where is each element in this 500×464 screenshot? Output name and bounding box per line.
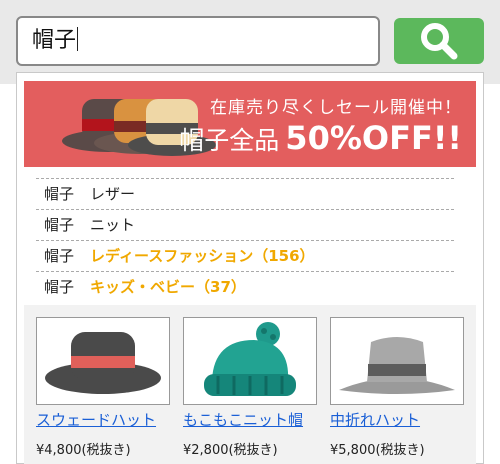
product-name-link[interactable]: 中折れハット: [330, 409, 464, 431]
suggestion-category-text: キッズ・ベビー（37）: [90, 278, 246, 296]
suggestion-keyword: 帽子: [44, 278, 75, 296]
black-hat-icon: [45, 332, 161, 394]
product-card[interactable]: 中折れハット ¥5,800(税抜き): [330, 317, 464, 458]
suggestion-keyword: 帽子: [44, 185, 75, 203]
banner-offer-prefix: 帽子全品: [179, 126, 280, 155]
banner-offer-discount: 50%OFF!!: [285, 119, 462, 157]
suggestion-text: レザー: [90, 185, 136, 203]
product-card[interactable]: スウェードハット ¥4,800(税抜き): [36, 317, 170, 458]
suggestion-keyword: 帽子: [44, 247, 75, 265]
suggestion-category[interactable]: 帽子 キッズ・ベビー（37）: [36, 271, 454, 302]
suggestion-category[interactable]: 帽子 レディースファッション（156）: [36, 240, 454, 271]
product-card[interactable]: もこもこニット帽 ¥2,800(税抜き): [183, 317, 317, 458]
product-image[interactable]: [36, 317, 170, 405]
product-price: ¥2,800(税抜き): [183, 443, 278, 458]
fedora-icon: [339, 337, 455, 394]
product-image[interactable]: [330, 317, 464, 405]
suggestion-text: ニット: [90, 216, 136, 234]
suggestion-item[interactable]: 帽子 レザー: [36, 178, 454, 209]
suggestion-item[interactable]: 帽子 ニット: [36, 209, 454, 240]
knit-cap-icon: [204, 322, 296, 396]
product-price: ¥5,800(税抜き): [330, 443, 425, 458]
banner-headline: 在庫売り尽くしセール開催中！: [210, 98, 462, 118]
product-name-link[interactable]: スウェードハット: [36, 409, 170, 431]
text-caret: [77, 27, 79, 51]
suggestion-category-text: レディースファッション（156）: [90, 247, 315, 265]
product-suggestions: スウェードハット ¥4,800(税抜き) もこもこニット帽 ¥2,800(税抜き…: [24, 305, 476, 464]
sale-banner[interactable]: 在庫売り尽くしセール開催中！ 帽子全品 50%OFF!!: [24, 81, 476, 167]
product-price: ¥4,800(税抜き): [36, 443, 131, 458]
search-query: 帽子: [32, 28, 77, 53]
banner-offer: 帽子全品 50%OFF!!: [179, 119, 462, 157]
search-button[interactable]: [394, 18, 484, 64]
search-icon: [421, 23, 458, 60]
product-image[interactable]: [183, 317, 317, 405]
suggestion-keyword: 帽子: [44, 216, 75, 234]
product-name-link[interactable]: もこもこニット帽: [183, 409, 317, 431]
search-input[interactable]: 帽子: [16, 16, 380, 66]
